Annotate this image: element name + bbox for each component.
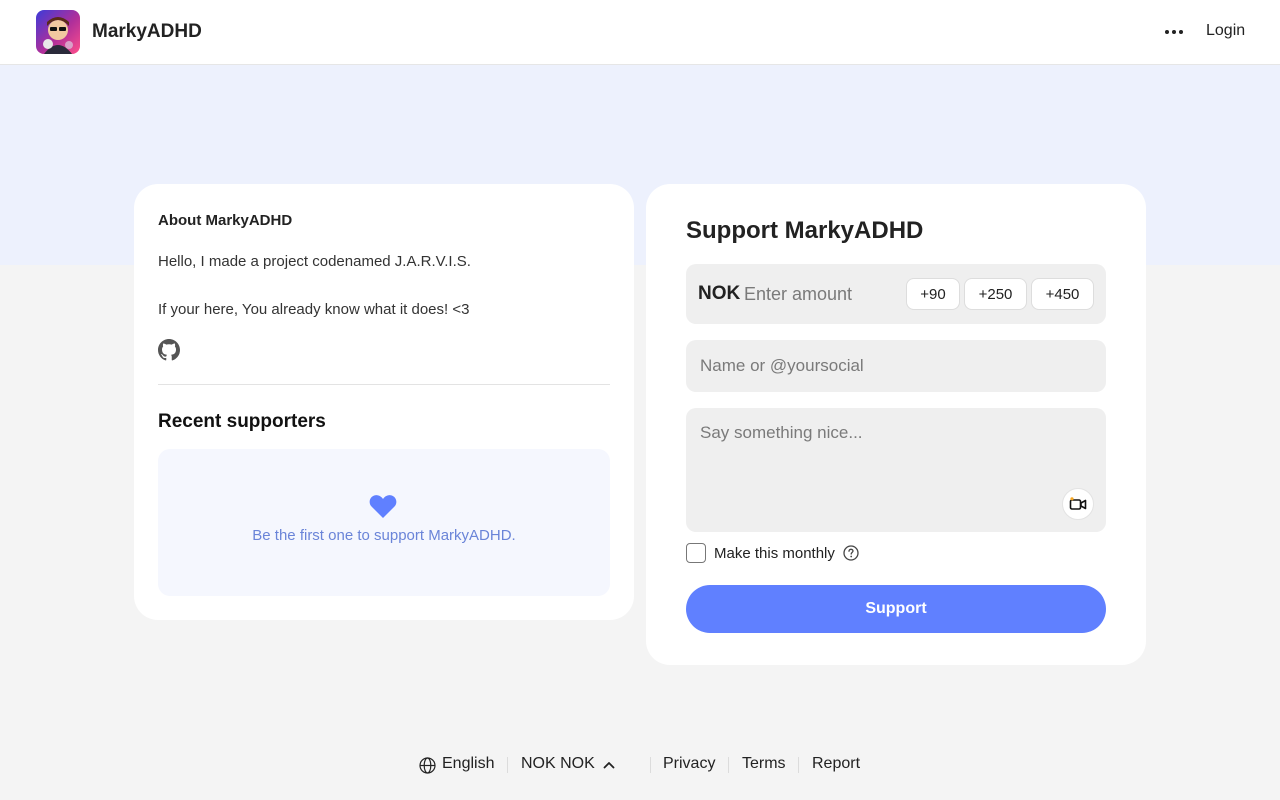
- about-card: About MarkyADHD Hello, I made a project …: [134, 184, 634, 620]
- footer: English NOK NOK Privacy Terms Report: [0, 752, 1280, 778]
- privacy-link[interactable]: Privacy: [663, 755, 715, 773]
- divider: [650, 757, 651, 773]
- login-link[interactable]: Login: [1206, 22, 1245, 40]
- currency-label: NOK: [698, 283, 741, 304]
- chevron-up-icon[interactable]: [603, 761, 615, 769]
- report-link[interactable]: Report: [812, 755, 860, 773]
- divider: [798, 757, 799, 773]
- divider: [158, 384, 610, 385]
- message-input[interactable]: [686, 408, 1106, 532]
- currency-selector[interactable]: NOK NOK: [521, 755, 595, 773]
- creator-avatar[interactable]: [36, 10, 80, 54]
- support-title: Support MarkyADHD: [686, 217, 924, 244]
- quick-amount-button[interactable]: +90: [906, 278, 960, 310]
- globe-icon: [419, 757, 436, 774]
- divider: [507, 757, 508, 773]
- video-camera-icon: [1069, 497, 1087, 510]
- more-options-button[interactable]: [1162, 20, 1186, 44]
- about-paragraph: If your here, You already know what it d…: [158, 301, 470, 318]
- more-horizontal-icon: [1165, 30, 1183, 34]
- amount-input[interactable]: [744, 280, 894, 308]
- support-button[interactable]: Support: [686, 585, 1106, 633]
- support-card: Support MarkyADHD NOK +90 +250 +450 Make…: [646, 184, 1146, 665]
- video-message-button[interactable]: [1062, 488, 1094, 520]
- monthly-label[interactable]: Make this monthly: [714, 545, 835, 562]
- about-title: About MarkyADHD: [158, 212, 293, 229]
- terms-link[interactable]: Terms: [742, 755, 786, 773]
- quick-amount-button[interactable]: +450: [1031, 278, 1094, 310]
- recent-supporters-title: Recent supporters: [158, 411, 326, 432]
- monthly-checkbox[interactable]: [686, 543, 706, 563]
- heart-icon: [369, 495, 397, 518]
- brand-name[interactable]: MarkyADHD: [92, 21, 202, 43]
- github-icon[interactable]: [158, 339, 180, 361]
- name-input[interactable]: [686, 340, 1106, 392]
- about-description: Hello, I made a project codenamed J.A.R.…: [158, 250, 610, 322]
- recent-supporters-empty-state: Be the first one to support MarkyADHD.: [158, 449, 610, 596]
- about-paragraph: Hello, I made a project codenamed J.A.R.…: [158, 253, 471, 270]
- brand[interactable]: MarkyADHD: [36, 10, 202, 54]
- monthly-option: Make this monthly: [686, 543, 859, 563]
- quick-amount-button[interactable]: +250: [964, 278, 1027, 310]
- language-selector[interactable]: English: [442, 755, 494, 773]
- amount-field-group: NOK +90 +250 +450: [686, 264, 1106, 324]
- divider: [728, 757, 729, 773]
- top-navbar: MarkyADHD Login: [0, 0, 1280, 65]
- help-icon[interactable]: [843, 545, 859, 561]
- recent-empty-text: Be the first one to support MarkyADHD.: [252, 527, 516, 544]
